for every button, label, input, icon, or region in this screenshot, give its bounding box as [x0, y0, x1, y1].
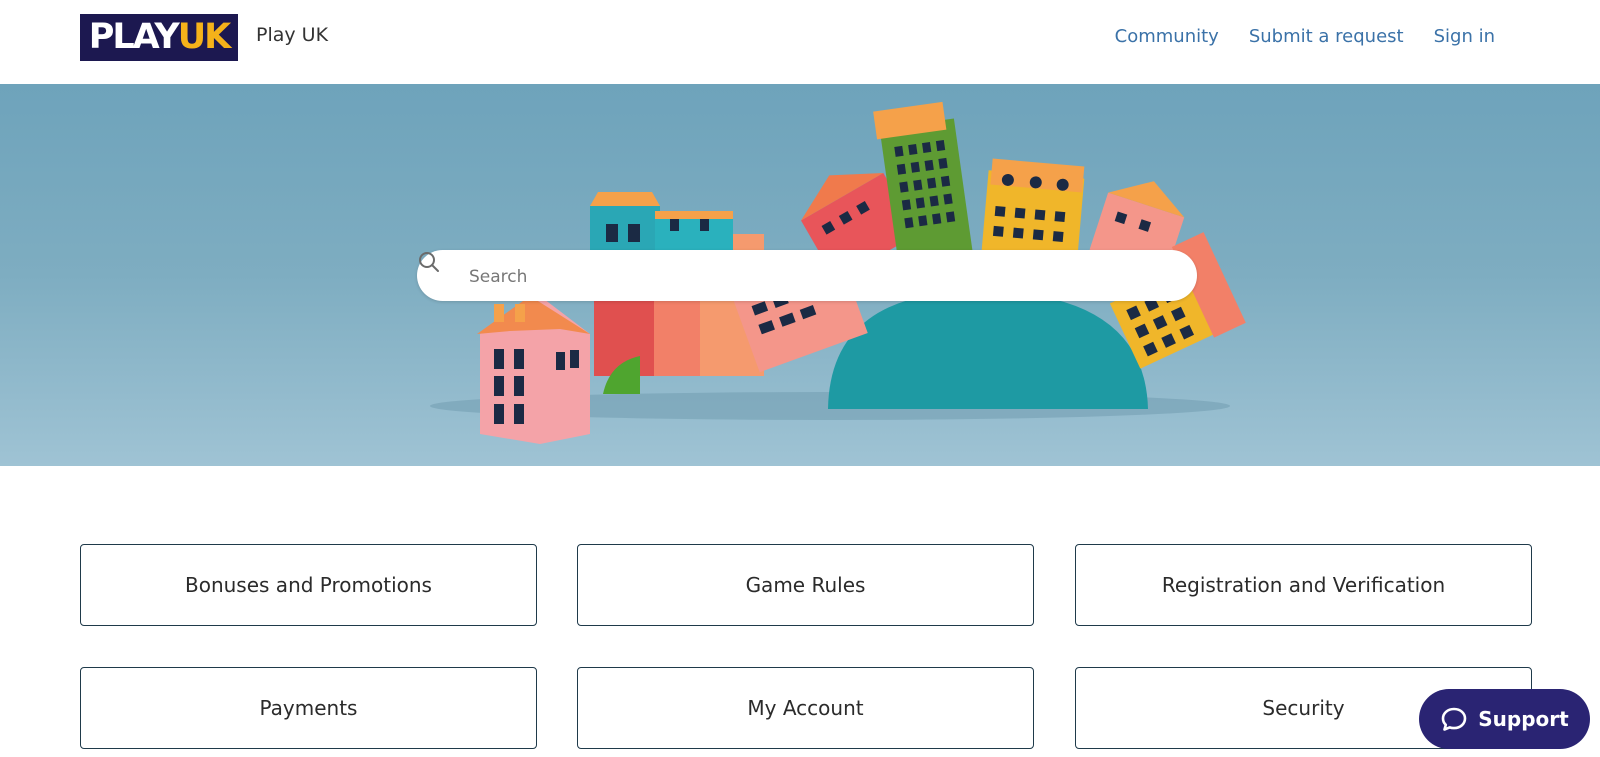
support-button[interactable]: Support — [1419, 689, 1590, 749]
category-payments[interactable]: Payments — [80, 667, 537, 749]
hero-banner — [0, 84, 1600, 466]
nav-community-link[interactable]: Community — [1115, 26, 1219, 47]
brand-name[interactable]: Play UK — [256, 24, 328, 46]
playuk-logo[interactable]: PLAY UK — [80, 14, 238, 61]
category-game-rules[interactable]: Game Rules — [577, 544, 1034, 626]
nav-sign-in-link[interactable]: Sign in — [1434, 26, 1495, 47]
category-bonuses-and-promotions[interactable]: Bonuses and Promotions — [80, 544, 537, 626]
support-label: Support — [1478, 707, 1569, 731]
category-my-account[interactable]: My Account — [577, 667, 1034, 749]
search-icon — [419, 252, 439, 272]
site-header: PLAY UK Play UK Community Submit a reques… — [0, 0, 1600, 84]
top-nav: Community Submit a request Sign in — [1115, 26, 1495, 47]
search-input[interactable] — [467, 250, 1171, 303]
category-registration-and-verification[interactable]: Registration and Verification — [1075, 544, 1532, 626]
nav-submit-request-link[interactable]: Submit a request — [1249, 26, 1404, 47]
chat-bubble-icon — [1441, 707, 1467, 731]
search-bar[interactable] — [417, 250, 1197, 303]
